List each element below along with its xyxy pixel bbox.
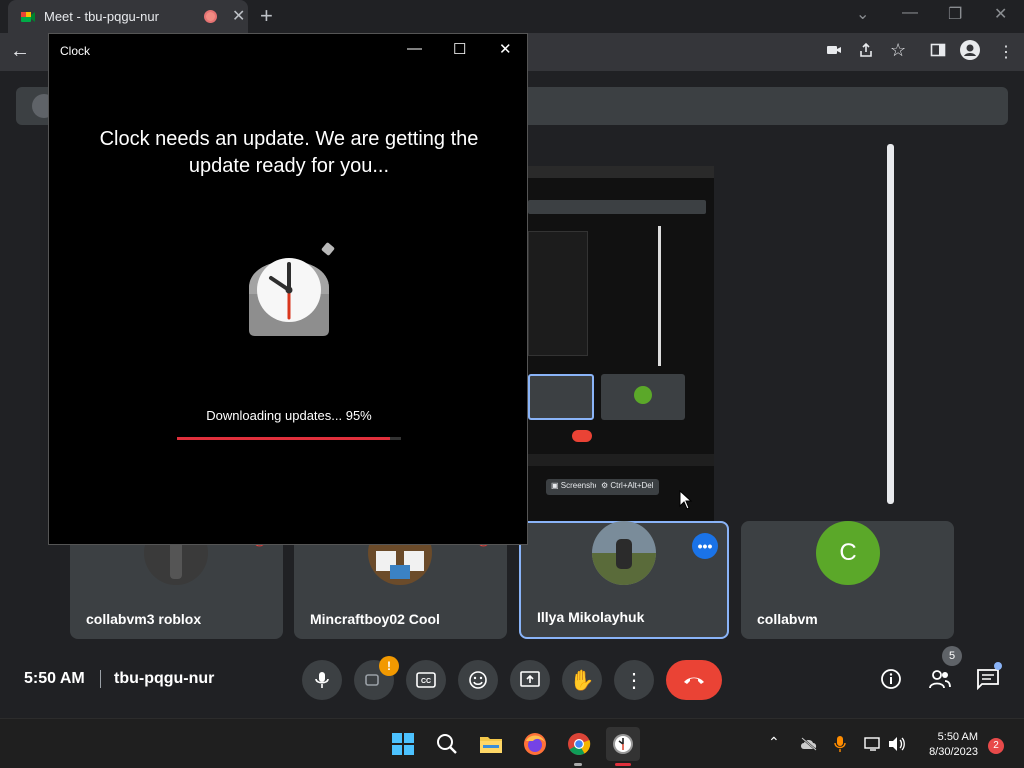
people-icon [929, 670, 951, 689]
svg-text:CC: CC [421, 678, 431, 685]
volume-icon[interactable] [888, 736, 906, 752]
chrome-running-indicator [574, 763, 582, 766]
captions-icon: CC [416, 672, 436, 688]
chat-button[interactable] [976, 668, 1000, 696]
mic-tray-icon[interactable] [834, 735, 846, 753]
meeting-time: 5:50 AM [24, 670, 85, 687]
system-date: 8/30/2023 [929, 746, 978, 758]
window-maximize-button[interactable]: ☐ [453, 40, 466, 58]
meet-favicon-icon [21, 12, 35, 22]
participant-name: Illya Mikolayhuk [537, 609, 645, 625]
more-options-button[interactable]: ⋮ [614, 660, 654, 700]
tab-title: Meet - tbu-pqgu-nur [44, 9, 159, 24]
presentation-scrollbar[interactable] [887, 144, 894, 504]
divider [100, 670, 101, 688]
chrome-button[interactable] [566, 731, 592, 757]
participant-name: collabvm [757, 611, 818, 627]
people-button[interactable] [928, 668, 952, 696]
camera-alert-badge: ! [379, 656, 399, 676]
meet-control-bar: 5:50 AM tbu-pqgu-nur ! CC ✋ ⋮ 5 [0, 646, 1024, 712]
participant-tile[interactable]: C collabvm [741, 521, 954, 639]
download-progress-bar [177, 437, 401, 440]
tab-search-dropdown-icon[interactable]: ⌄ [856, 4, 869, 24]
tab-close-icon[interactable]: ✕ [232, 6, 245, 26]
emoji-icon [469, 671, 487, 689]
window-close-button[interactable]: ✕ [499, 40, 512, 58]
microphone-icon [315, 672, 329, 688]
windows-taskbar: ⌃ 5:50 AM 8/30/2023 2 [0, 718, 1024, 768]
chat-icon [977, 669, 999, 691]
captions-button[interactable]: CC [406, 660, 446, 700]
start-button[interactable] [390, 731, 416, 757]
leave-call-button[interactable] [666, 660, 722, 700]
more-vert-icon: ⋮ [624, 669, 644, 692]
window-minimize-button[interactable]: — [407, 40, 422, 57]
system-time: 5:50 AM [937, 731, 978, 743]
share-icon[interactable] [858, 42, 874, 58]
browser-tab-meet[interactable]: Meet - tbu-pqgu-nur ✕ [8, 0, 248, 33]
firefox-button[interactable] [522, 731, 548, 757]
search-button[interactable] [434, 731, 460, 757]
participant-name: Mincraftboy02 Cool [310, 611, 440, 627]
profile-avatar-icon[interactable] [960, 40, 980, 60]
reactions-button[interactable] [458, 660, 498, 700]
window-title: Clock [60, 44, 91, 58]
present-screen-icon [520, 671, 540, 687]
window-close-button[interactable]: ✕ [994, 4, 1007, 24]
windows-logo-icon [392, 733, 414, 755]
avatar [592, 521, 656, 585]
microphone-button[interactable] [302, 660, 342, 700]
search-icon [437, 734, 457, 754]
show-hidden-icons-icon[interactable]: ⌃ [768, 734, 780, 751]
clock-update-window: Clock — ☐ ✕ Clock needs an update. We ar… [48, 33, 528, 545]
present-button[interactable] [510, 660, 550, 700]
raise-hand-button[interactable]: ✋ [562, 660, 602, 700]
side-panel-icon[interactable] [930, 42, 946, 58]
camera-permission-icon[interactable] [826, 42, 842, 58]
people-count-badge: 5 [942, 646, 962, 666]
recording-indicator-icon [204, 10, 217, 23]
hand-icon: ✋ [569, 669, 595, 692]
file-explorer-button[interactable] [478, 731, 504, 757]
clock-app-button[interactable] [606, 727, 640, 761]
download-progress-fill [177, 437, 390, 440]
update-message: Clock needs an update. We are getting th… [99, 128, 479, 177]
camera-icon [365, 674, 379, 686]
system-clock[interactable]: 5:50 AM 8/30/2023 [929, 730, 978, 760]
participant-tile-active[interactable]: ••• Illya Mikolayhuk [519, 521, 729, 639]
hang-up-icon [684, 677, 704, 684]
browser-tabbar: Meet - tbu-pqgu-nur ✕ + ⌄ — ❐ ✕ [0, 0, 1024, 33]
window-restore-button[interactable]: ❐ [948, 4, 962, 24]
new-tab-button[interactable]: + [260, 3, 273, 29]
back-arrow-icon[interactable]: ← [10, 40, 30, 63]
bookmark-star-icon[interactable]: ☆ [890, 40, 906, 61]
more-options-icon[interactable]: ••• [692, 533, 718, 559]
clock-icon [613, 734, 633, 754]
info-icon [881, 669, 901, 689]
clock-active-indicator [615, 763, 631, 766]
meeting-code: tbu-pqgu-nur [114, 670, 215, 687]
notification-count-badge[interactable]: 2 [988, 738, 1004, 754]
chat-notification-dot [994, 662, 1002, 670]
chrome-icon [568, 733, 591, 755]
network-icon[interactable] [864, 736, 882, 752]
firefox-icon [524, 733, 546, 755]
folder-icon [480, 737, 502, 753]
clock-app-icon [249, 242, 335, 336]
browser-menu-icon[interactable]: ⋮ [998, 42, 1014, 62]
download-status: Downloading updates... 95% [206, 408, 372, 423]
shared-cad-label: ⚙ Ctrl+Alt+Del [596, 479, 659, 495]
participant-name: collabvm3 roblox [86, 611, 202, 627]
avatar: C [816, 521, 880, 585]
meeting-info-button[interactable] [880, 668, 902, 696]
window-minimize-button[interactable]: — [902, 4, 918, 22]
onedrive-icon[interactable] [800, 737, 818, 751]
mouse-cursor-icon [679, 490, 693, 510]
